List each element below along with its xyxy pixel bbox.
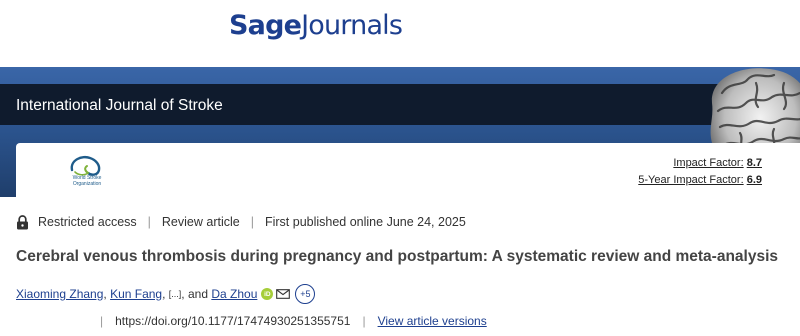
journal-info-card: [16, 143, 800, 199]
author-and: and: [187, 287, 208, 301]
impact-factor-value: 8.7: [746, 157, 762, 169]
view-article-versions-link[interactable]: View article versions: [378, 314, 487, 328]
site-header: SageJournals: [0, 0, 800, 67]
lock-icon: [17, 214, 28, 229]
wso-line-2: Organization: [72, 180, 102, 187]
doi-link[interactable]: https://doi.org/10.1177/1747493025135575…: [115, 314, 350, 328]
meta-separator: |: [147, 215, 151, 229]
author-link[interactable]: Kun Fang: [110, 287, 162, 301]
journal-title[interactable]: International Journal of Stroke: [16, 97, 223, 115]
five-year-impact-factor[interactable]: 5-Year Impact Factor: 6.9: [638, 174, 762, 186]
orcid-icon[interactable]: iD: [261, 288, 274, 300]
mail-icon[interactable]: [276, 289, 291, 299]
article-meta: Restricted access | Review article | Fir…: [16, 213, 466, 231]
article-type: Review article: [161, 215, 240, 229]
author-list: Xiaoming Zhang, Kun Fang, [...], and Da …: [16, 284, 316, 304]
doi-row: | https://doi.org/10.1177/17474930251355…: [88, 313, 487, 329]
publication-date: First published online June 24, 2025: [264, 215, 466, 229]
brand-part1: Sage: [229, 10, 302, 41]
access-status: Restricted access: [38, 215, 137, 229]
sage-journals-logo[interactable]: SageJournals: [229, 10, 403, 41]
impact-factor-label: Impact Factor:: [673, 157, 744, 169]
wso-logo-text: World Stroke Organization: [58, 175, 116, 187]
doi-separator: |: [362, 314, 366, 328]
meta-separator: |: [250, 215, 254, 229]
author-link[interactable]: Xiaoming Zhang: [16, 287, 103, 301]
author-comma: ,: [162, 287, 169, 301]
five-year-impact-value: 6.9: [746, 174, 762, 186]
author-comma: ,: [181, 287, 188, 301]
author-ellipsis[interactable]: [...]: [169, 289, 182, 299]
author-comma: ,: [103, 287, 111, 301]
impact-factor[interactable]: Impact Factor: 8.7: [673, 157, 762, 169]
doi-separator: |: [100, 314, 104, 328]
article-title: Cerebral venous thrombosis during pregna…: [16, 248, 779, 265]
author-link[interactable]: Da Zhou: [211, 287, 257, 301]
brand-part2: Journals: [301, 10, 403, 41]
five-year-impact-label: 5-Year Impact Factor:: [638, 174, 744, 186]
more-authors-button[interactable]: +5: [295, 284, 316, 304]
